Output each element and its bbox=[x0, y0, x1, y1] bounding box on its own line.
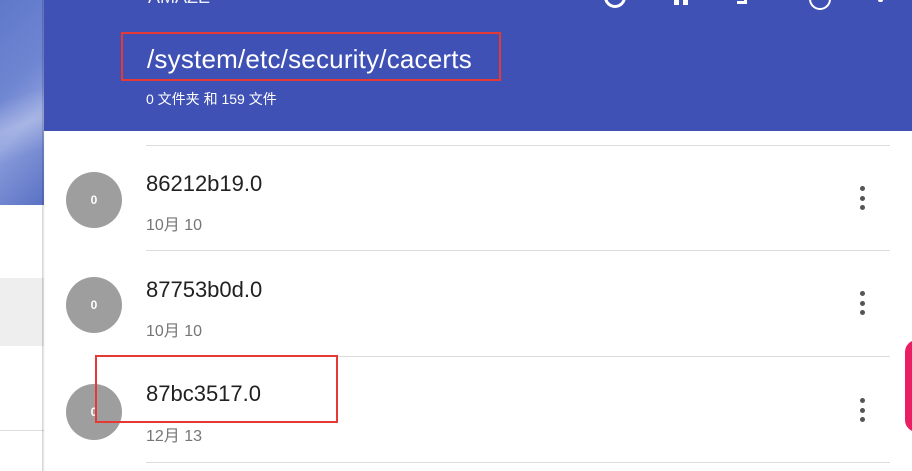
file-date: 12月 13 bbox=[146, 428, 203, 445]
file-date: 10月 10 bbox=[146, 323, 203, 340]
search-icon[interactable] bbox=[604, 0, 626, 8]
background-panel bbox=[0, 0, 44, 471]
fab-button[interactable] bbox=[905, 340, 912, 432]
file-name: 87753b0d.0 bbox=[146, 277, 263, 302]
list-item[interactable]: 0 87753b0d.0 10月 10 bbox=[44, 251, 912, 357]
view-toggle-icon[interactable] bbox=[674, 0, 692, 5]
avatar-label: 0 bbox=[90, 298, 98, 312]
drawer-item-selected[interactable] bbox=[0, 278, 44, 346]
drawer-header-image bbox=[0, 0, 44, 205]
folder-summary: 0 文件夹 和 159 文件 bbox=[146, 91, 277, 107]
file-name: 86212b19.0 bbox=[146, 171, 263, 196]
path-highlight-box bbox=[121, 32, 501, 81]
sort-icon[interactable] bbox=[737, 0, 747, 4]
list-divider bbox=[146, 462, 890, 463]
item-menu-icon[interactable] bbox=[850, 395, 874, 425]
list-item[interactable]: 0 86212b19.0 10月 10 bbox=[44, 145, 912, 251]
avatar-label: 0 bbox=[90, 193, 98, 207]
file-avatar-icon[interactable]: 0 bbox=[66, 172, 122, 228]
item-menu-icon[interactable] bbox=[850, 183, 874, 213]
app-title: AMAZE bbox=[148, 0, 210, 8]
item-menu-icon[interactable] bbox=[850, 288, 874, 318]
more-vert-icon[interactable] bbox=[878, 0, 883, 2]
drawer-divider bbox=[0, 430, 44, 431]
file-avatar-icon[interactable]: 0 bbox=[66, 277, 122, 333]
file-highlight-box bbox=[95, 355, 338, 423]
file-date: 10月 10 bbox=[146, 217, 203, 234]
history-icon[interactable] bbox=[809, 0, 831, 10]
